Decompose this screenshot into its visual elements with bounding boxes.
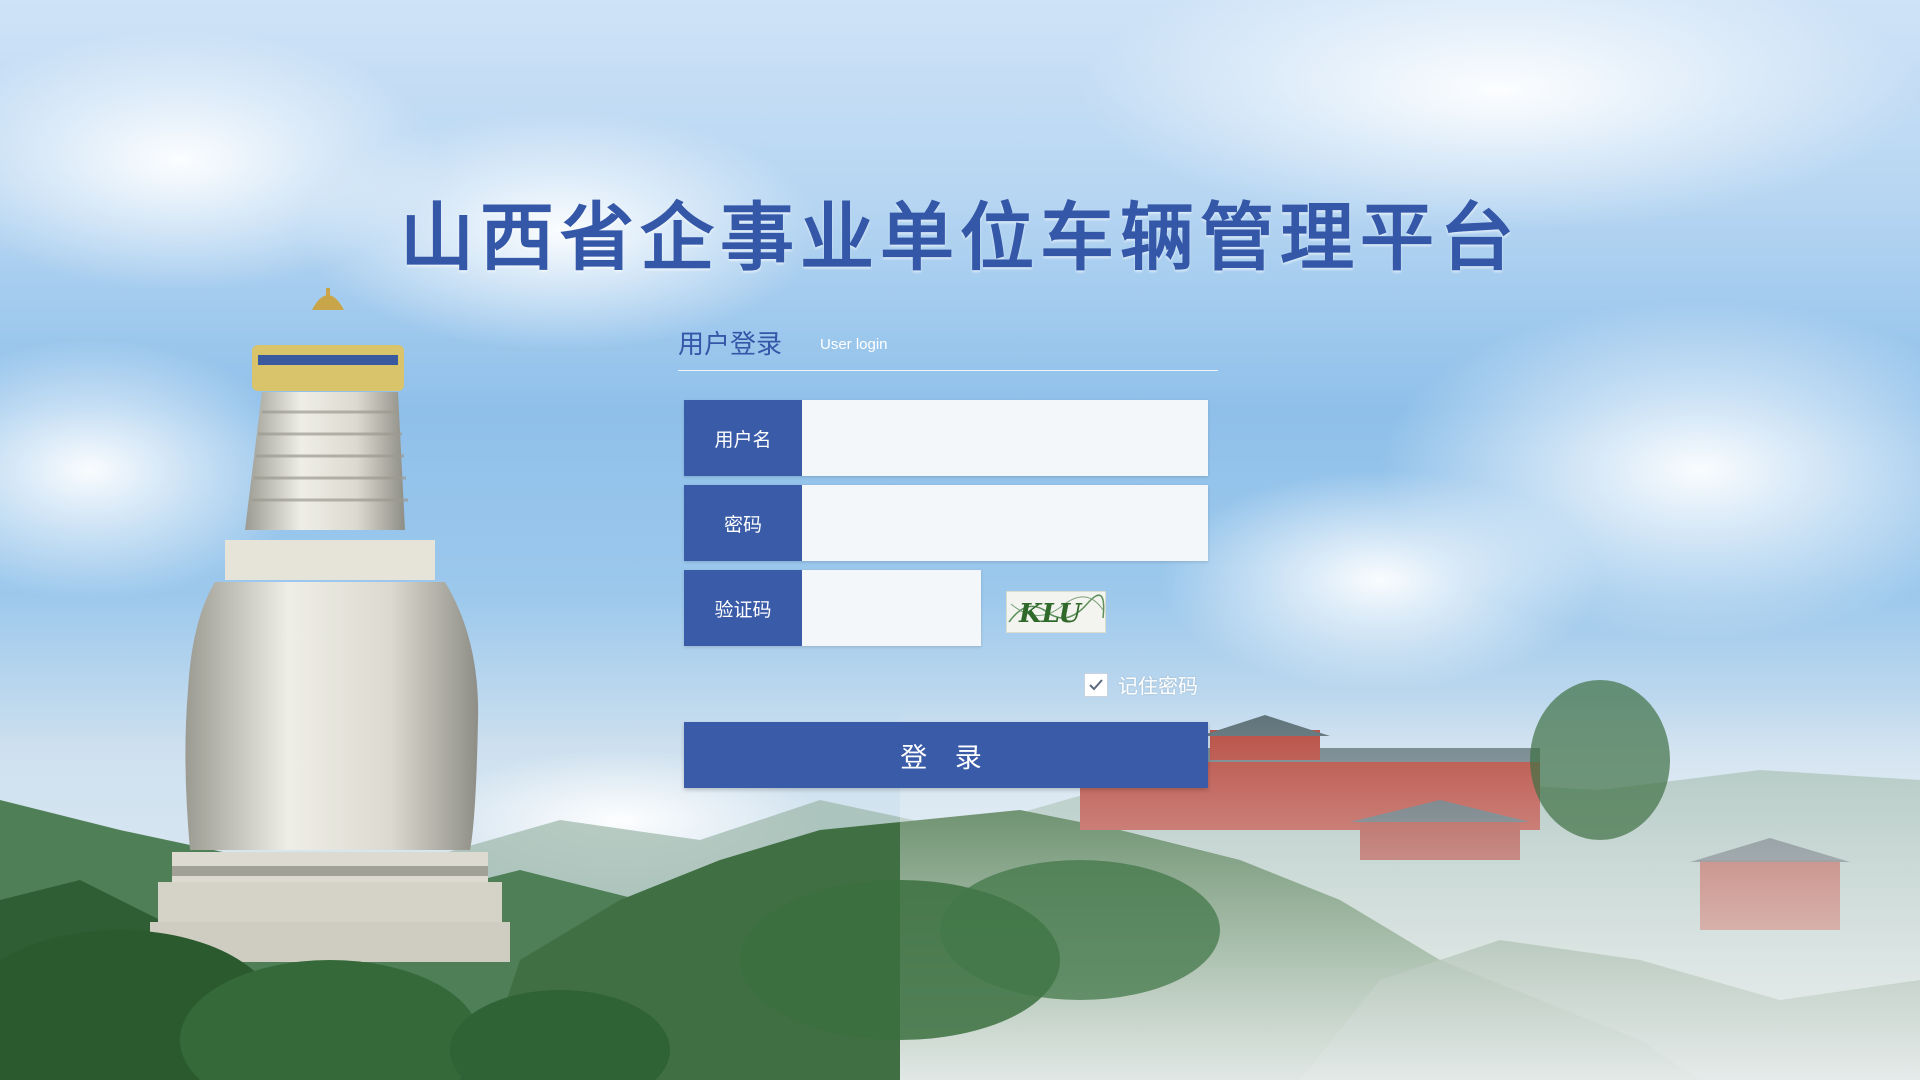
password-field: 密码 — [684, 485, 1208, 561]
login-subheading: User login — [820, 336, 888, 353]
login-panel: 用户登录 User login 用户名 密码 验证码 KLU 记住密码 登 录 — [678, 318, 1218, 788]
username-input[interactable] — [802, 400, 1208, 476]
captcha-input[interactable] — [802, 570, 981, 646]
login-header: 用户登录 User login — [678, 318, 1218, 371]
page-title: 山西省企事业单位车辆管理平台 — [400, 195, 1520, 281]
remember-label: 记住密码 — [1118, 674, 1198, 698]
login-heading: 用户登录 — [678, 330, 783, 360]
remember-password[interactable]: 记住密码 — [1084, 670, 1198, 699]
captcha-graphic: KLU — [1008, 594, 1105, 629]
username-label: 用户名 — [684, 400, 802, 476]
password-input[interactable] — [802, 485, 1208, 561]
captcha-field: 验证码 — [684, 570, 981, 646]
captcha-label: 验证码 — [684, 570, 802, 646]
checkmark-icon — [1089, 678, 1103, 690]
password-label: 密码 — [684, 485, 802, 561]
login-page: 山西省企事业单位车辆管理平台 用户登录 User login 用户名 密码 验证… — [0, 0, 1920, 1080]
username-field: 用户名 — [684, 400, 1208, 476]
remember-checkbox[interactable] — [1084, 672, 1108, 697]
captcha-text: KLU — [1018, 599, 1082, 629]
login-button[interactable]: 登 录 — [684, 722, 1208, 788]
captcha-image[interactable]: KLU — [1006, 591, 1106, 633]
